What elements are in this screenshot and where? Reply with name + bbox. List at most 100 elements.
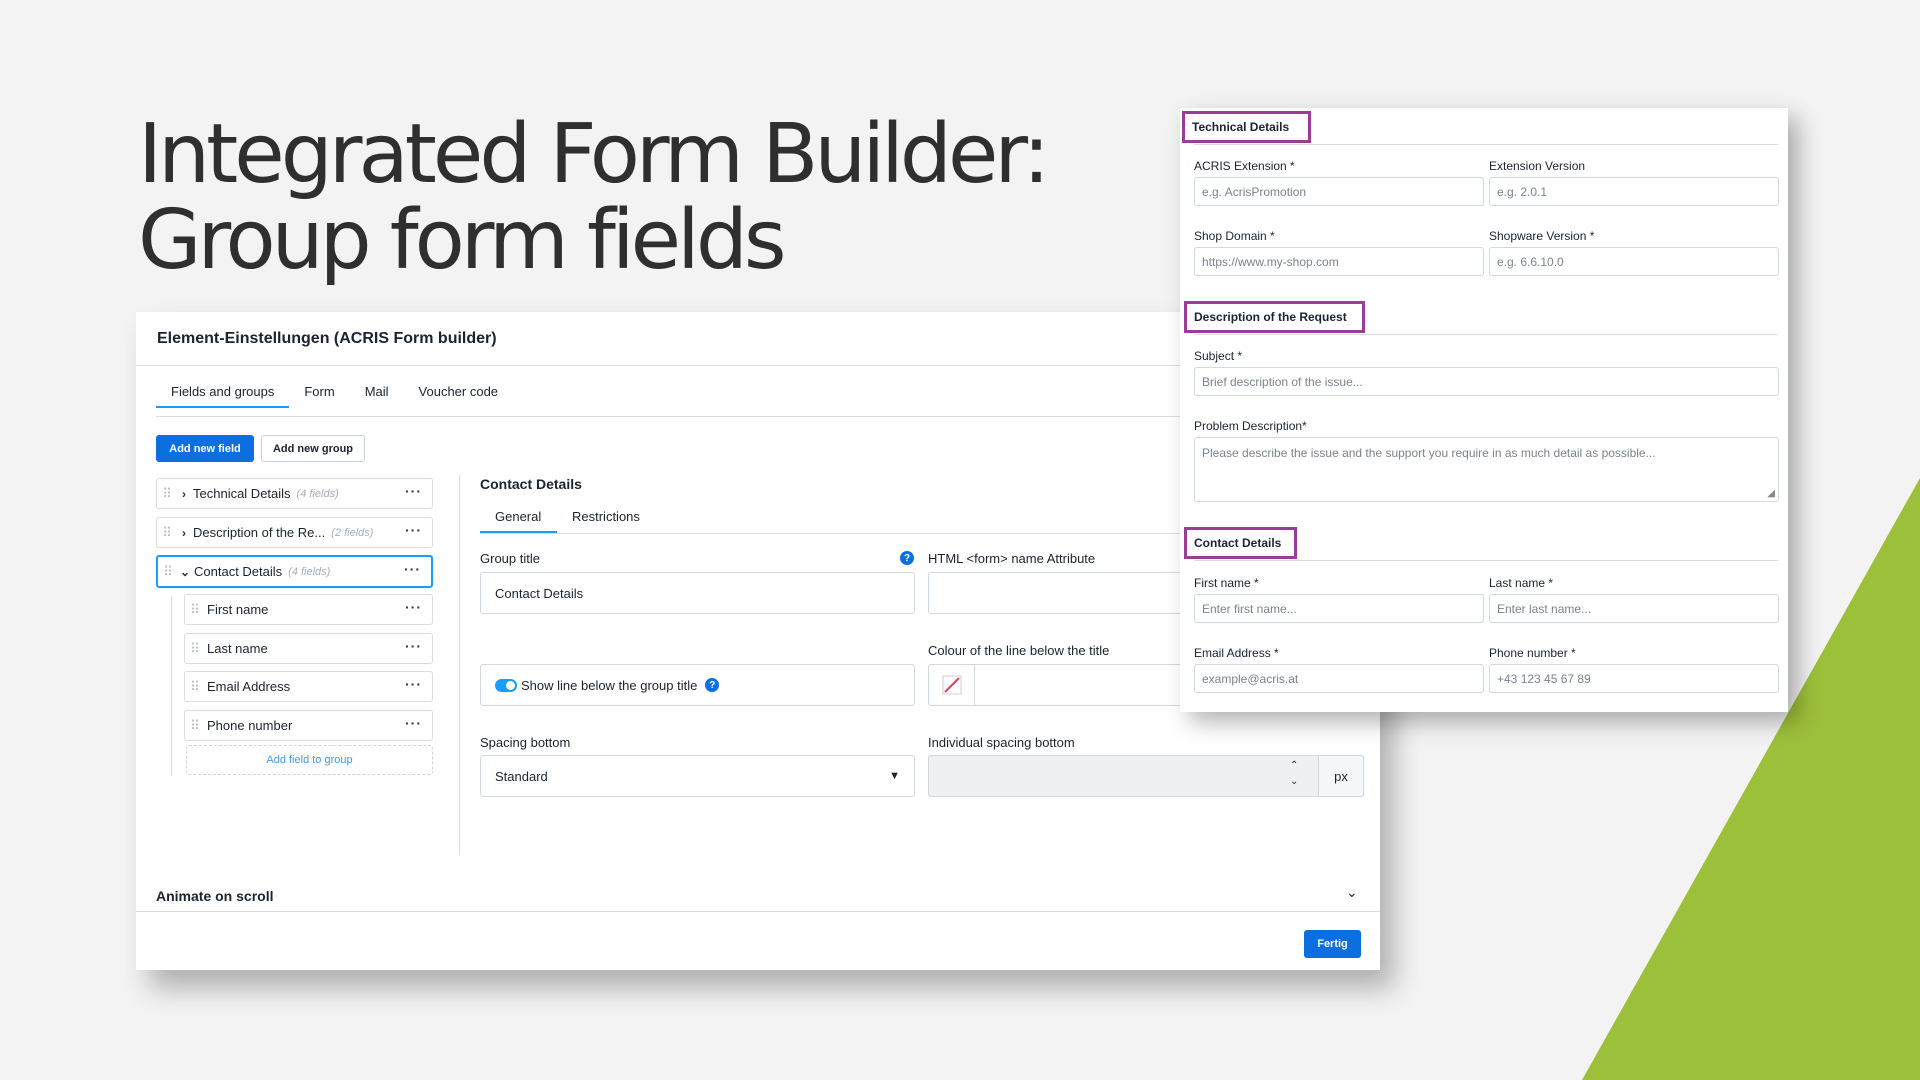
drag-handle-icon[interactable]: ⠿	[185, 602, 203, 618]
section-heading-technical-details: Technical Details	[1182, 111, 1311, 143]
shopware-version-label: Shopware Version *	[1489, 229, 1595, 243]
more-options-icon[interactable]: ···	[405, 483, 422, 499]
group-title-input[interactable]: Contact Details	[480, 572, 915, 614]
more-options-icon[interactable]: ···	[405, 599, 422, 615]
subtab-restrictions[interactable]: Restrictions	[572, 509, 640, 524]
slide-title-line-2: Group form fields	[138, 193, 787, 288]
group-label: Contact Details	[194, 564, 283, 579]
tabs-divider	[156, 416, 1356, 417]
more-options-icon[interactable]: ···	[405, 522, 422, 538]
empty-colour-swatch-icon[interactable]	[929, 664, 975, 706]
group-field-count: (2 fields)	[331, 526, 374, 539]
individual-spacing-label: Individual spacing bottom	[928, 735, 1075, 750]
last-name-input[interactable]: Enter last name...	[1489, 594, 1779, 623]
html-name-attribute-input[interactable]	[928, 572, 1188, 614]
tree-group-description[interactable]: ⠿ › Description of the Re... (2 fields) …	[156, 517, 433, 548]
form-preview-panel: Technical Details ACRIS Extension * e.g.…	[1180, 108, 1788, 712]
chevron-down-icon[interactable]: ⌄	[1346, 884, 1358, 901]
chevron-down-icon: ▼	[889, 770, 900, 782]
tree-group-contact-details[interactable]: ⠿ ⌄ Contact Details (4 fields) ···	[156, 555, 433, 588]
chevron-down-icon[interactable]: ⌄	[176, 565, 194, 579]
settings-tabs: Fields and groups Form Mail Voucher code	[156, 384, 514, 408]
field-label: Phone number	[207, 718, 293, 733]
acris-extension-input[interactable]: e.g. AcrisPromotion	[1194, 177, 1484, 206]
drag-handle-icon[interactable]: ⠿	[185, 679, 203, 695]
group-label: Technical Details	[193, 486, 291, 501]
detail-title: Contact Details	[480, 476, 582, 492]
email-address-input[interactable]: example@acris.at	[1194, 664, 1484, 693]
tree-field-phone-number[interactable]: ⠿ Phone number ···	[184, 710, 433, 741]
tab-fields-and-groups[interactable]: Fields and groups	[156, 384, 290, 408]
line-colour-label: Colour of the line below the title	[928, 643, 1110, 658]
show-line-toggle-row[interactable]: Show line below the group title ?	[480, 664, 915, 706]
tree-field-first-name[interactable]: ⠿ First name ···	[184, 594, 433, 625]
chevron-right-icon[interactable]: ›	[175, 487, 193, 501]
spacing-bottom-label: Spacing bottom	[480, 735, 571, 750]
more-options-icon[interactable]: ···	[404, 561, 421, 577]
shopware-version-input[interactable]: e.g. 6.6.10.0	[1489, 247, 1779, 276]
field-label: First name	[207, 602, 269, 617]
tab-form[interactable]: Form	[289, 384, 349, 407]
tree-connector-line	[171, 596, 172, 776]
section-heading-description: Description of the Request	[1184, 301, 1365, 333]
group-field-count: (4 fields)	[296, 487, 339, 500]
add-field-to-group-button[interactable]: Add field to group	[186, 745, 433, 775]
group-title-label: Group title	[480, 551, 540, 566]
problem-description-textarea[interactable]: Please describe the issue and the suppor…	[1194, 437, 1779, 502]
slide-title-line-1: Integrated Form Builder:	[138, 107, 1050, 202]
shop-domain-input[interactable]: https://www.my-shop.com	[1194, 247, 1484, 276]
help-icon[interactable]: ?	[705, 678, 720, 692]
group-field-count: (4 fields)	[288, 565, 331, 578]
done-button[interactable]: Fertig	[1304, 930, 1361, 958]
drag-handle-icon[interactable]: ⠿	[158, 564, 176, 580]
extension-version-input[interactable]: e.g. 2.0.1	[1489, 177, 1779, 206]
subtab-general[interactable]: General	[495, 509, 541, 524]
drag-handle-icon[interactable]: ⠿	[157, 486, 175, 502]
phone-number-label: Phone number *	[1489, 646, 1576, 660]
section-divider	[1194, 560, 1778, 561]
individual-spacing-input[interactable]	[928, 755, 1319, 797]
drag-handle-icon[interactable]: ⠿	[185, 641, 203, 657]
number-stepper-icon[interactable]: ⌃ ⌄	[1290, 758, 1298, 790]
animate-on-scroll-header[interactable]: Animate on scroll	[156, 888, 273, 904]
more-options-icon[interactable]: ···	[405, 676, 422, 692]
subtabs-divider	[480, 533, 1240, 534]
drag-handle-icon[interactable]: ⠿	[185, 718, 203, 734]
add-new-field-button[interactable]: Add new field	[156, 435, 254, 462]
tree-field-email-address[interactable]: ⠿ Email Address ···	[184, 671, 433, 702]
help-icon[interactable]: ?	[900, 551, 914, 565]
subject-label: Subject *	[1194, 349, 1243, 363]
more-options-icon[interactable]: ···	[405, 715, 422, 731]
show-line-label: Show line below the group title	[521, 677, 698, 693]
shop-domain-label: Shop Domain *	[1194, 229, 1275, 243]
subject-input[interactable]: Brief description of the issue...	[1194, 367, 1779, 396]
drag-handle-icon[interactable]: ⠿	[157, 525, 175, 541]
chevron-right-icon[interactable]: ›	[175, 526, 193, 540]
tab-mail[interactable]: Mail	[350, 384, 404, 407]
last-name-label: Last name *	[1489, 576, 1554, 590]
resize-grip-icon[interactable]: ◢	[1767, 488, 1775, 499]
email-address-label: Email Address *	[1194, 646, 1279, 660]
tab-voucher-code[interactable]: Voucher code	[404, 384, 514, 407]
more-options-icon[interactable]: ···	[405, 638, 422, 654]
phone-number-input[interactable]: +43 123 45 67 89	[1489, 664, 1779, 693]
tree-field-last-name[interactable]: ⠿ Last name ···	[184, 633, 433, 664]
show-line-toggle[interactable]	[495, 678, 517, 692]
unit-addon: px	[1318, 755, 1364, 797]
footer-divider	[136, 911, 1380, 912]
column-divider	[459, 475, 460, 855]
tree-group-technical-details[interactable]: ⠿ › Technical Details (4 fields) ···	[156, 478, 433, 509]
html-name-attribute-label: HTML <form> name Attribute	[928, 551, 1096, 566]
group-label: Description of the Re...	[193, 525, 326, 540]
section-divider	[1194, 144, 1778, 145]
acris-extension-label: ACRIS Extension *	[1194, 159, 1295, 173]
problem-description-label: Problem Description*	[1194, 419, 1307, 433]
first-name-input[interactable]: Enter first name...	[1194, 594, 1484, 623]
add-new-group-button[interactable]: Add new group	[261, 435, 365, 462]
section-heading-contact-details: Contact Details	[1184, 527, 1297, 559]
field-label: Email Address	[207, 679, 291, 694]
slide-title: Integrated Form Builder: Group form fiel…	[138, 107, 1050, 288]
first-name-label: First name *	[1194, 576, 1259, 590]
spacing-bottom-select[interactable]: Standard ▼	[480, 755, 915, 797]
spacing-bottom-value: Standard	[495, 768, 548, 784]
